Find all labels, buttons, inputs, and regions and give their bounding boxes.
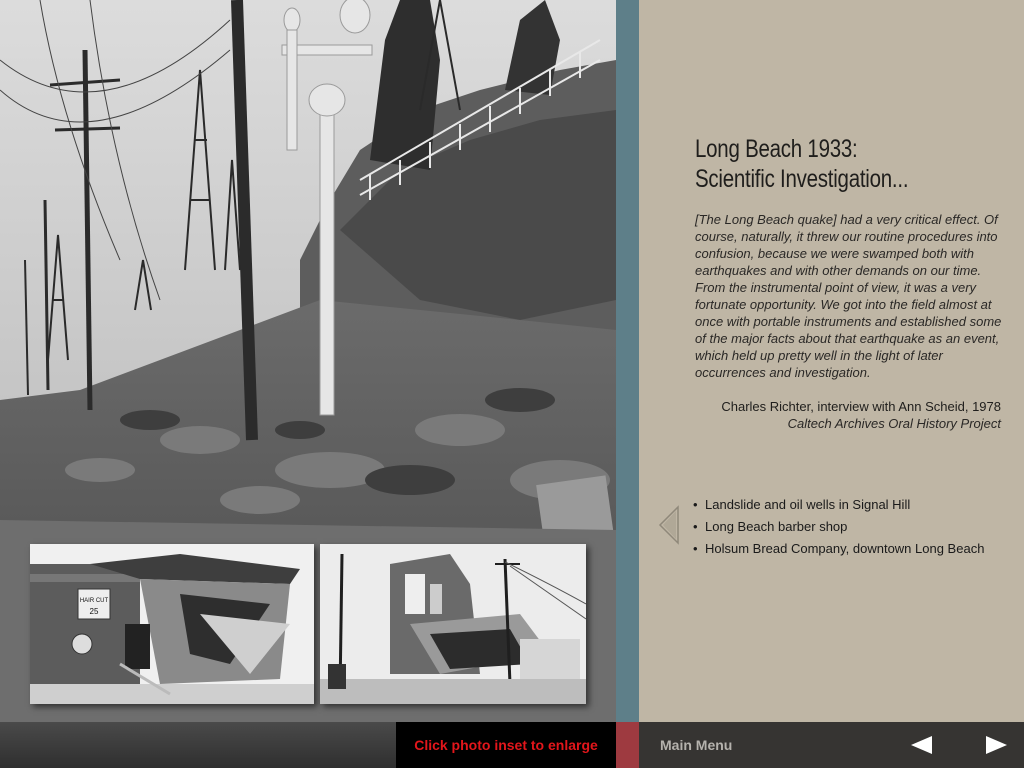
inset-photo-barber-shop[interactable]: HAIR CUT 25 [30,544,314,704]
list-item-holsum-bread[interactable]: • Holsum Bread Company, downtown Long Bea… [693,538,984,560]
bullet-dot: • [693,497,698,512]
page-title-line1: Long Beach 1933: [695,135,858,163]
next-page-icon[interactable] [984,734,1010,756]
bullet-dot: • [693,541,698,556]
list-item-label: Landslide and oil wells in Signal Hill [705,497,911,512]
bullet-dot: • [693,519,698,534]
inset-photo-list: • Landslide and oil wells in Signal Hill … [693,494,984,560]
attribution-source: Caltech Archives Oral History Project [787,416,1001,431]
barber-shop-photo-art: HAIR CUT 25 [30,544,314,704]
list-item-signal-hill[interactable]: • Landslide and oil wells in Signal Hill [693,494,984,516]
list-item-label: Holsum Bread Company, downtown Long Beac… [705,541,985,556]
list-item-barber-shop[interactable]: • Long Beach barber shop [693,516,984,538]
quote-text: [The Long Beach quake] had a very critic… [695,212,1002,380]
barber-sign-price: 25 [90,607,99,616]
main-menu-link[interactable]: Main Menu [660,722,732,768]
barber-sign-text: HAIR CUT [80,598,109,604]
inset-photo-holsum-bread[interactable] [320,544,586,704]
attribution-author: Charles Richter, interview with Ann Sche… [721,399,1001,414]
footer-separator [616,722,639,768]
left-triangle-icon[interactable] [658,505,680,545]
teal-divider-bar [616,0,639,722]
enlarge-hint: Click photo inset to enlarge [396,722,616,768]
previous-page-icon[interactable] [908,734,934,756]
page-title-line2: Scientific Investigation... [695,165,909,193]
list-item-label: Long Beach barber shop [705,519,848,534]
holsum-bread-photo-art [320,544,586,704]
page-title: Long Beach 1933: Scientific Investigatio… [695,134,909,194]
